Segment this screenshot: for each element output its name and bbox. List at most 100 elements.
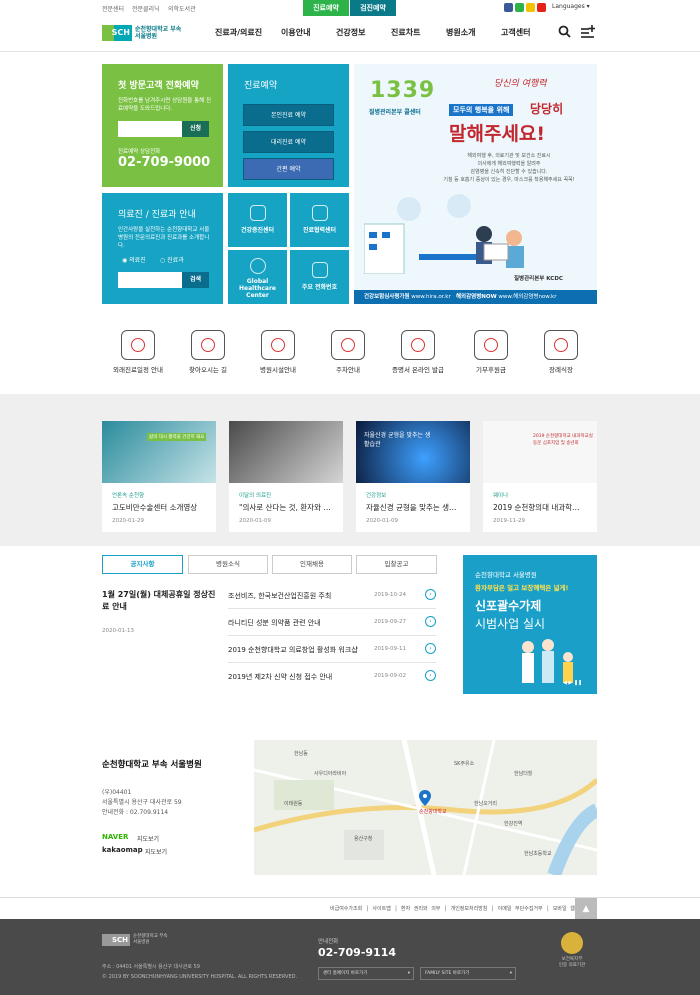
card-image: [483, 421, 597, 483]
center-site-select[interactable]: 센터 홈페이지 바로가기 ▾: [318, 967, 414, 980]
side-banner-line4: 시범사업 실시: [475, 617, 546, 631]
easy-reserve-button[interactable]: 간편 예약: [243, 158, 334, 180]
phone-icon: [311, 262, 328, 278]
quick-parking[interactable]: 주차안내: [308, 330, 388, 374]
hospital-address: (우)04401 서울특별시 용산구 대사관로 59 안내전화 : 02.709.9…: [102, 789, 182, 816]
globe-icon: [249, 258, 266, 274]
footer-links-bar: 비급여수가조회 │ 사이트맵 │ 환자 권리와 의무 │ 개인정보처리방침 │ …: [0, 897, 700, 920]
card-title: "의사로 산다는 것, 환자와 …: [239, 503, 331, 512]
footer-link[interactable]: 모바일 웹: [553, 906, 575, 912]
nav-guide[interactable]: 이용안내: [281, 27, 310, 38]
heart-plus-icon: [249, 205, 266, 221]
banner-script: 당신의 여행력: [494, 79, 547, 89]
banner-pager[interactable]: ◀ ▶ ❚❚: [563, 680, 582, 686]
scroll-top-button[interactable]: ▲: [575, 898, 597, 920]
funeral-icon: [544, 330, 578, 360]
footer-link[interactable]: 비급여수가조회: [330, 906, 362, 912]
reservation-title: 진료예약: [244, 81, 278, 91]
card-title: 자율신경 균형을 맞추는 생…: [366, 503, 457, 512]
chevron-right-icon: ›: [425, 670, 436, 681]
quick-funeral[interactable]: 장례식장: [521, 330, 601, 374]
tab-bidding[interactable]: 입찰공고: [356, 555, 437, 574]
notice-row[interactable]: 2019년 제2차 신약 신청 접수 안내 2019-09-02 ›: [228, 664, 436, 690]
quick-outpatient-schedule[interactable]: 외래진료일정 안내: [98, 330, 178, 374]
nav-health-info[interactable]: 건강정보: [336, 27, 365, 38]
map-label: SK주유소: [454, 761, 475, 767]
self-reserve-button[interactable]: 본인진료 예약: [243, 104, 334, 126]
card-category: 웨이나: [493, 493, 509, 499]
kcdc-banner[interactable]: 1339 당신의 여행력 질병관리본부 콜센터 모두의 행복을 위해 당당히 말…: [354, 64, 597, 304]
nav-hospital-intro[interactable]: 병원소개: [446, 27, 475, 38]
map-label: 한강진역: [504, 821, 523, 827]
footer-link[interactable]: 이메일 무단수집거부: [498, 906, 543, 912]
nav-departments[interactable]: 진료과/의료진: [215, 27, 262, 38]
footer-logo-mark: SCH: [102, 934, 130, 946]
banner-line2: 질병관리본부 콜센터: [369, 109, 421, 116]
kakao-map-link[interactable]: 지도보기: [145, 847, 167, 856]
tab-recruit[interactable]: 인재채용: [272, 555, 352, 574]
menu-plus-icon[interactable]: [581, 25, 595, 38]
quick-facilities[interactable]: 병원시설안내: [238, 330, 318, 374]
clock-icon: [121, 330, 155, 360]
featured-notice-title[interactable]: 1월 27일(월) 대체공휴일 정상진료 안내: [102, 589, 220, 613]
banner-desc: 해외여행 후, 의료기관 및 보건소 진료시 의사에게 해외여행력을 알려주 감염병…: [443, 153, 575, 183]
quick-certificate[interactable]: 증명서 온라인 발급: [378, 330, 458, 374]
doctor-search-input[interactable]: [118, 272, 182, 288]
phone-input[interactable]: [118, 121, 182, 137]
chevron-right-icon: ›: [425, 643, 436, 654]
nav-customer-center[interactable]: 고객센터: [501, 27, 530, 38]
notice-row[interactable]: 조선비즈, 한국보건산업진흥원 주최 2019-10-24 ›: [228, 583, 436, 609]
youtube-icon[interactable]: [537, 3, 546, 12]
site-logo[interactable]: SCH 순천향대학교 부속 서울병원: [102, 25, 181, 41]
card-category: 이달의 의료진: [239, 493, 272, 499]
nav-medical-chart[interactable]: 진료차트: [391, 27, 420, 38]
doctor-search-button[interactable]: 검색: [182, 272, 209, 288]
global-healthcare-link[interactable]: Global Healthcare Center: [228, 250, 287, 304]
map-label: 이태원동: [284, 801, 303, 807]
side-banner[interactable]: 순천향대학교 서울병원 환자부담은 덜고 보장혜택은 넓게! 신포괄수가제 시범…: [463, 555, 597, 694]
notice-row[interactable]: 2019 순천향대학교 의료창업 활성화 워크샵 2019-09-11 ›: [228, 637, 436, 663]
cooperation-center-link[interactable]: 진료협력센터: [290, 193, 349, 247]
footer-link[interactable]: 개인정보처리방침: [451, 906, 488, 912]
notice-row[interactable]: 라니티딘 성분 의약품 관련 안내 2019-09-27 ›: [228, 610, 436, 636]
language-selector[interactable]: Languages ▾: [552, 3, 590, 10]
map-label: 사우디아라비아: [314, 771, 347, 777]
checkup-reserve-button[interactable]: 검진예약: [350, 0, 396, 16]
card-overlay: 자율신경 균형을 맞추는 생활습관: [364, 432, 431, 448]
news-card[interactable]: 삶의 대시 활력을 건강히 돼요 언론속 순천향 고도비만수술센터 소개영상 2…: [102, 421, 216, 532]
link-medical-library[interactable]: 의학도서관: [168, 4, 196, 13]
radio-department[interactable]: ○ 진료과: [160, 255, 184, 264]
facebook-icon[interactable]: [504, 3, 513, 12]
link-specialty-clinic[interactable]: 전문클리닉: [132, 4, 160, 13]
radio-doctor[interactable]: ◉ 의료진: [122, 255, 146, 264]
phone-numbers-link[interactable]: 주요 전화번호: [290, 250, 349, 304]
news-card[interactable]: 이달의 의료진 "의사로 산다는 것, 환자와 … 2020-01-09: [229, 421, 343, 532]
tab-notice[interactable]: 공지사항: [102, 555, 183, 574]
blog-icon[interactable]: [515, 3, 524, 12]
tab-hospital-news[interactable]: 병원소식: [188, 555, 268, 574]
reserve-button[interactable]: 진료예약: [303, 0, 349, 16]
card-date: 2019-11-29: [493, 518, 525, 524]
family-site-select[interactable]: FAMILY SITE 바로가기 ▾: [420, 967, 516, 980]
naver-map-link[interactable]: 지도보기: [137, 834, 159, 843]
chevron-right-icon: ›: [425, 589, 436, 600]
link-specialty-center[interactable]: 전문센터: [102, 4, 124, 13]
news-card[interactable]: 2019 순천향대학교 내과학교실 동문 심포지엄 및 송년회 웨이나 2019…: [483, 421, 597, 532]
quick-directions[interactable]: 찾아오시는 길: [168, 330, 248, 374]
footer-link[interactable]: 환자 권리와 의무: [401, 906, 440, 912]
card-title: 2019 순천향의대 내과학…: [493, 503, 580, 512]
main-header: SCH 순천향대학교 부속 서울병원 진료과/의료진 이용안내 건강정보 진료차트…: [0, 16, 700, 52]
map-label: 순천향대학교: [419, 809, 447, 815]
apply-button[interactable]: 신청: [182, 121, 209, 137]
footer-link[interactable]: 사이트맵: [372, 906, 390, 912]
kakao-icon[interactable]: [526, 3, 535, 12]
side-banner-line2: 환자부담은 덜고 보장혜택은 넓게!: [475, 584, 569, 592]
location-map[interactable]: 한남동 SK주유소 한남더힐 이태원동 용산구청 한남오거리 사우디아라비아 한…: [254, 740, 597, 875]
card-date: 2020-01-29: [112, 518, 144, 524]
quick-donation[interactable]: 기부후원금: [451, 330, 531, 374]
news-card[interactable]: 자율신경 균형을 맞추는 생활습관 건강정보 자율신경 균형을 맞추는 생… 2…: [356, 421, 470, 532]
health-center-link[interactable]: 건강증진센터: [228, 193, 287, 247]
proxy-reserve-button[interactable]: 대리진료 예약: [243, 131, 334, 153]
search-icon[interactable]: [558, 25, 571, 38]
banner-big-text: 말해주세요!: [449, 123, 546, 145]
